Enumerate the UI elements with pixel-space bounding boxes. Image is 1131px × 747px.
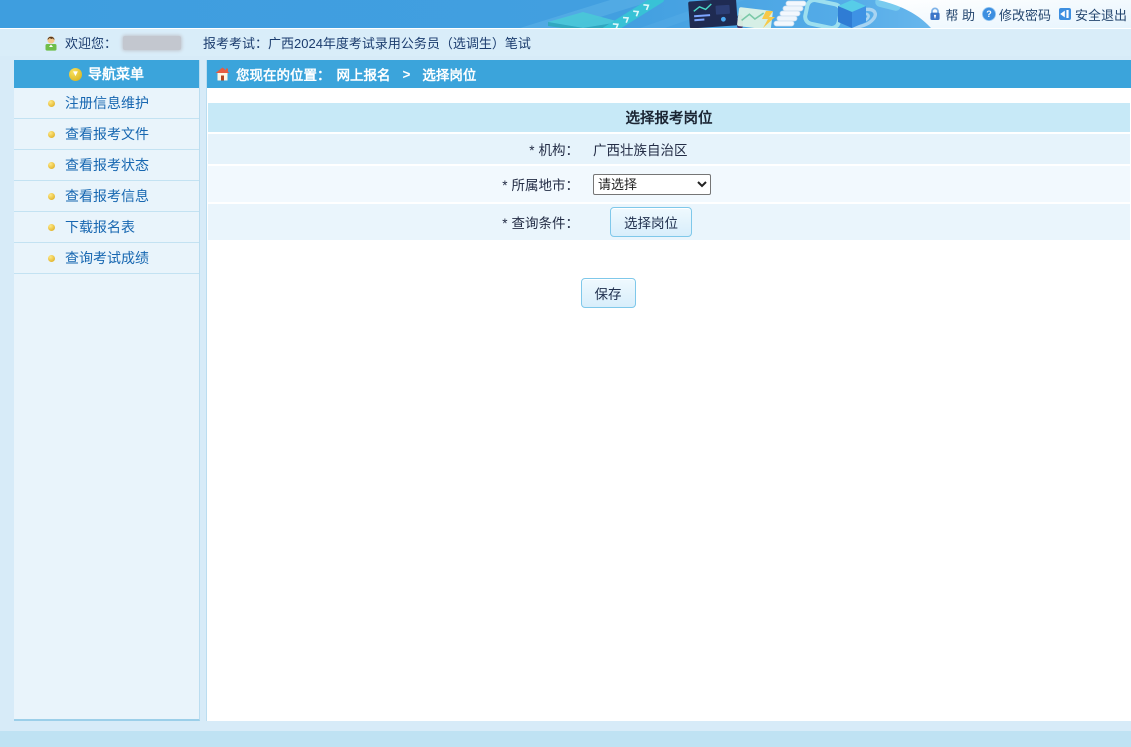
required-mark: * [502,216,507,231]
query-label-cell: * 查询条件： [208,203,586,241]
lock-icon [928,7,942,21]
breadcrumb: 您现在的位置： 网上报名 > 选择岗位 [207,60,1131,88]
city-label: 所属地市： [512,178,580,193]
sidebar-item-register-info[interactable]: 注册信息维护 [14,88,199,119]
sidebar-item-label: 查看报考信息 [65,186,149,206]
form-row-city: * 所属地市： 请选择 [208,165,1130,203]
change-password-link[interactable]: ? 修改密码 [982,5,1051,24]
help-label: 帮 助 [945,5,975,24]
required-mark: * [502,178,507,193]
content-body: 选择报考岗位 * 机构： 广西壮族自治区 * 所属地市： 请选择 * 查询条件： [207,88,1131,721]
footer-strip [0,731,1131,747]
organization-value: 广西壮族自治区 [586,133,1130,165]
form-title-row: 选择报考岗位 [208,103,1130,133]
sidebar-item-label: 注册信息维护 [65,93,149,113]
redacted-username [123,36,181,50]
city-value-cell: 请选择 [586,165,1130,203]
chevron-down-icon: ▼ [69,68,82,81]
exam-title: 报考考试：广西2024年度考试录用公务员（选调生）笔试 [203,33,531,52]
sidebar-item-label: 查询考试成绩 [65,248,149,268]
logout-label: 安全退出 [1075,5,1127,24]
job-select-form: 选择报考岗位 * 机构： 广西壮族自治区 * 所属地市： 请选择 * 查询条件： [208,103,1130,242]
main-area: ▼ 导航菜单 注册信息维护 查看报考文件 查看报考状态 查看报考信息 下载报名表… [14,60,1131,721]
city-label-cell: * 所属地市： [208,165,586,203]
logout-link[interactable]: 安全退出 [1058,5,1127,24]
sidebar-item-view-info[interactable]: 查看报考信息 [14,181,199,212]
welcome-bar: 欢迎您： 报考考试：广西2024年度考试录用公务员（选调生）笔试 [0,28,1131,56]
welcome-greeting: 欢迎您： [65,33,117,52]
required-mark: * [529,143,534,158]
sidebar: ▼ 导航菜单 注册信息维护 查看报考文件 查看报考状态 查看报考信息 下载报名表… [14,60,200,721]
svg-text:?: ? [986,9,992,19]
user-avatar-icon [43,35,59,51]
question-icon: ? [982,7,996,21]
sidebar-item-download-form[interactable]: 下载报名表 [14,212,199,243]
bullet-icon [48,162,55,169]
city-select[interactable]: 请选择 [593,174,711,195]
home-icon [215,67,230,81]
sidebar-item-label: 下载报名表 [65,217,135,237]
sidebar-item-label: 查看报考文件 [65,124,149,144]
sidebar-title: 导航菜单 [88,64,144,84]
sidebar-item-query-scores[interactable]: 查询考试成绩 [14,243,199,274]
sidebar-item-view-status[interactable]: 查看报考状态 [14,150,199,181]
save-row: 保存 [208,278,1008,308]
bullet-icon [48,131,55,138]
sidebar-header: ▼ 导航菜单 [14,60,199,88]
bullet-icon [48,100,55,107]
exit-icon [1058,7,1072,21]
banner-links: 帮 助 ? 修改密码 安全退出 [928,0,1129,28]
query-label: 查询条件： [512,216,580,231]
content-panel: 您现在的位置： 网上报名 > 选择岗位 选择报考岗位 * 机构： 广西壮族自治区 *… [206,60,1131,721]
breadcrumb-separator: > [403,67,411,82]
form-title: 选择报考岗位 [208,103,1130,133]
organization-label: 机构： [539,143,580,158]
top-banner: 帮 助 ? 修改密码 安全退出 [0,0,1131,28]
organization-label-cell: * 机构： [208,133,586,165]
bullet-icon [48,193,55,200]
query-value-cell: 选择岗位 [586,203,1130,241]
breadcrumb-prefix: 您现在的位置： [236,64,331,84]
breadcrumb-current: 选择岗位 [422,64,476,84]
bullet-icon [48,255,55,262]
breadcrumb-section[interactable]: 网上报名 [337,64,391,84]
change-password-label: 修改密码 [999,5,1051,24]
save-button[interactable]: 保存 [581,278,636,308]
sidebar-item-view-documents[interactable]: 查看报考文件 [14,119,199,150]
bullet-icon [48,224,55,231]
help-link[interactable]: 帮 助 [928,5,975,24]
sidebar-item-label: 查看报考状态 [65,155,149,175]
form-row-organization: * 机构： 广西壮族自治区 [208,133,1130,165]
form-row-query: * 查询条件： 选择岗位 [208,203,1130,241]
select-position-button[interactable]: 选择岗位 [610,207,692,237]
